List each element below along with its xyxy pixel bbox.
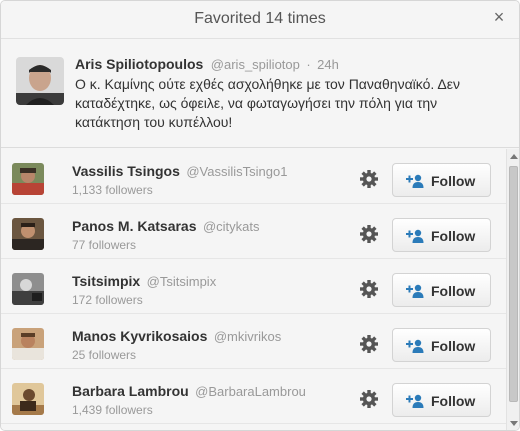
user-name-line: Panos M. Katsaras @citykats (72, 218, 260, 236)
follow-button[interactable]: Follow (392, 383, 491, 417)
add-user-icon (406, 173, 424, 189)
gear-icon[interactable] (359, 169, 379, 189)
add-user-icon (406, 338, 424, 354)
followers-count: 172 followers (72, 293, 143, 307)
followers-count: 77 followers (72, 238, 137, 252)
avatar[interactable] (12, 218, 44, 250)
followers-count: 1,439 followers (72, 403, 153, 417)
user-row: Vassilis Tsingos @VassilisTsingo1 1,133 … (1, 149, 506, 204)
user-name-line: Vassilis Tsingos @VassilisTsingo1 (72, 163, 287, 181)
gear-icon[interactable] (359, 389, 379, 409)
user-name-line: Barbara Lambrou @BarbaraLambrou (72, 383, 306, 401)
follow-button-label: Follow (431, 393, 476, 409)
gear-icon[interactable] (359, 334, 379, 354)
user-handle[interactable]: @mkivrikos (214, 329, 281, 344)
follow-button[interactable]: Follow (392, 328, 491, 362)
follow-button-label: Follow (431, 228, 476, 244)
followers-count: 25 followers (72, 348, 137, 362)
tweet-author-handle[interactable]: @aris_spiliotop (211, 57, 300, 72)
scrollbar-thumb[interactable] (509, 166, 518, 402)
user-row: Panos M. Katsaras @citykats 77 followers… (1, 204, 506, 259)
favoriters-list[interactable]: Vassilis Tsingos @VassilisTsingo1 1,133 … (1, 149, 506, 430)
add-user-icon (406, 228, 424, 244)
user-row: Barbara Lambrou @BarbaraLambrou 1,439 fo… (1, 369, 506, 424)
scrollbar[interactable] (506, 149, 519, 430)
dialog-header: Favorited 14 times × (1, 1, 519, 39)
user-name-line: Manos Kyvrikosaios @mkivrikos (72, 328, 281, 346)
user-name[interactable]: Vassilis Tsingos (72, 163, 180, 179)
user-handle[interactable]: @VassilisTsingo1 (186, 164, 287, 179)
add-user-icon (406, 283, 424, 299)
user-row: Tsitsimpix @Tsitsimpix 172 followers Fol… (1, 259, 506, 314)
user-handle[interactable]: @BarbaraLambrou (195, 384, 306, 399)
close-icon[interactable]: × (491, 8, 507, 26)
tweet: Aris Spiliotopoulos @aris_spiliotop · 24… (1, 40, 519, 148)
follow-button[interactable]: Follow (392, 163, 491, 197)
scroll-up-arrow-icon[interactable] (510, 154, 518, 159)
tweet-text: Ο κ. Καμίνης ούτε εχθές ασχολήθηκε με το… (75, 76, 460, 130)
tweet-separator: · (306, 57, 311, 72)
user-name-line: Tsitsimpix @Tsitsimpix (72, 273, 216, 291)
user-name[interactable]: Panos M. Katsaras (72, 218, 197, 234)
tweet-header: Aris Spiliotopoulos @aris_spiliotop · 24… (75, 56, 339, 74)
follow-button-label: Follow (431, 173, 476, 189)
user-handle[interactable]: @Tsitsimpix (147, 274, 217, 289)
follow-button[interactable]: Follow (392, 273, 491, 307)
gear-icon[interactable] (359, 279, 379, 299)
user-name[interactable]: Manos Kyvrikosaios (72, 328, 207, 344)
dialog-title: Favorited 14 times (194, 10, 326, 27)
user-name[interactable]: Tsitsimpix (72, 273, 140, 289)
gear-icon[interactable] (359, 224, 379, 244)
follow-button-label: Follow (431, 338, 476, 354)
avatar[interactable] (12, 328, 44, 360)
tweet-timestamp[interactable]: 24h (317, 57, 339, 72)
user-handle[interactable]: @citykats (203, 219, 260, 234)
follow-button-label: Follow (431, 283, 476, 299)
avatar[interactable] (12, 383, 44, 415)
follow-button[interactable]: Follow (392, 218, 491, 252)
user-name[interactable]: Barbara Lambrou (72, 383, 189, 399)
avatar[interactable] (12, 163, 44, 195)
tweet-author-name[interactable]: Aris Spiliotopoulos (75, 56, 203, 72)
favorites-dialog: Favorited 14 times × Aris Spiliotopoulos… (0, 0, 520, 431)
followers-count: 1,133 followers (72, 183, 153, 197)
user-row: Manos Kyvrikosaios @mkivrikos 25 followe… (1, 314, 506, 369)
avatar[interactable] (16, 57, 64, 105)
scroll-down-arrow-icon[interactable] (510, 421, 518, 426)
add-user-icon (406, 393, 424, 409)
avatar[interactable] (12, 273, 44, 305)
